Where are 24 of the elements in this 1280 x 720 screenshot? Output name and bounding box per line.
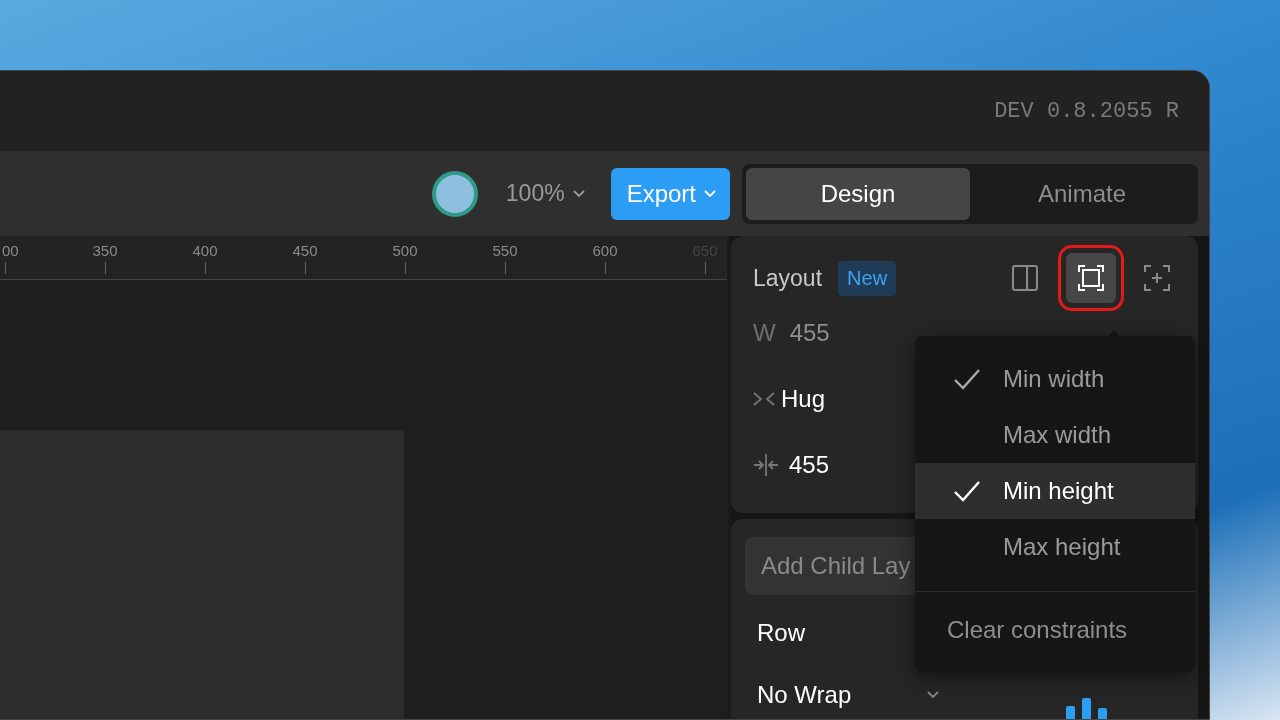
ruler-label: 450 xyxy=(292,242,318,259)
zoom-dropdown[interactable]: 100% xyxy=(505,180,585,207)
ruler-label: 00 xyxy=(2,242,19,259)
menu-item[interactable]: Min height xyxy=(915,463,1195,519)
mode-tab[interactable]: Design xyxy=(746,167,970,220)
version-label: DEV 0.8.2055 R xyxy=(994,98,1179,124)
direction-value[interactable]: Row xyxy=(757,619,805,647)
ruler-label: 600 xyxy=(592,242,618,259)
ruler-label: 550 xyxy=(492,242,518,259)
gap-value[interactable]: 455 xyxy=(789,451,830,479)
ruler-label: 350 xyxy=(92,242,118,259)
menu-item[interactable]: Min width xyxy=(915,351,1195,407)
new-badge: New xyxy=(838,260,897,296)
menu-item[interactable]: Max height xyxy=(915,519,1195,575)
mode-tab[interactable]: Animate xyxy=(970,167,1194,220)
wrap-dropdown[interactable]: No Wrap xyxy=(745,671,945,719)
clear-constraints-item[interactable]: Clear constraints xyxy=(915,600,1195,660)
sizing-value[interactable]: Hug xyxy=(781,385,826,413)
width-value[interactable]: 455 xyxy=(789,319,830,347)
ruler-label: 500 xyxy=(392,242,418,259)
section-title: Layout xyxy=(753,264,823,292)
ruler-label: 400 xyxy=(192,242,218,259)
field-label: W xyxy=(753,319,776,347)
menu-item[interactable]: Max width xyxy=(915,407,1195,463)
